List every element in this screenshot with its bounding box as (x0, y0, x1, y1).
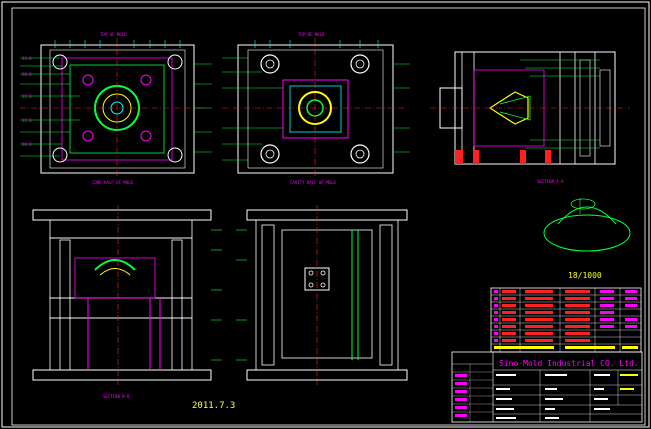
section-aa-view (430, 51, 630, 165)
svg-text:12.0: 12.0 (22, 118, 32, 123)
svg-text:26.0: 26.0 (22, 142, 32, 147)
mold-assembly-drawing: 33.0 26.0 12.0 12.0 26.0 TOP OF MOLD CORE H… (1, 1, 650, 428)
section-bb-view (32, 205, 222, 385)
core-top-title: TOP OF MOLD (100, 32, 127, 37)
cavity-half-caption: CAVITY HALF OF MOLD (290, 180, 336, 185)
company-name: Sino-Mold Industrial CO. Ltd. (499, 359, 639, 368)
scale-label: 18/1000 (568, 271, 602, 280)
date-stamp: 2011.7.3 (192, 401, 235, 411)
core-half-view: 33.0 26.0 12.0 12.0 26.0 (20, 38, 212, 178)
section-aa-caption: SECTION A-A (537, 179, 564, 184)
svg-text:33.0: 33.0 (22, 56, 32, 61)
svg-text:12.0: 12.0 (22, 94, 32, 99)
svg-text:26.0: 26.0 (22, 72, 32, 77)
cavity-top-title: TOP OF MOLD (298, 32, 325, 37)
mold-side-view (236, 205, 408, 385)
core-half-caption: CORE HALF OF MOLD (92, 180, 134, 185)
section-bb-caption: SECTION B-B (103, 394, 130, 399)
bill-of-materials-table (490, 287, 642, 353)
cavity-half-view (222, 38, 410, 178)
cad-drawing-canvas[interactable]: 33.0 26.0 12.0 12.0 26.0 TOP OF MOLD CORE H… (0, 0, 651, 429)
product-isometric-view (543, 198, 631, 252)
